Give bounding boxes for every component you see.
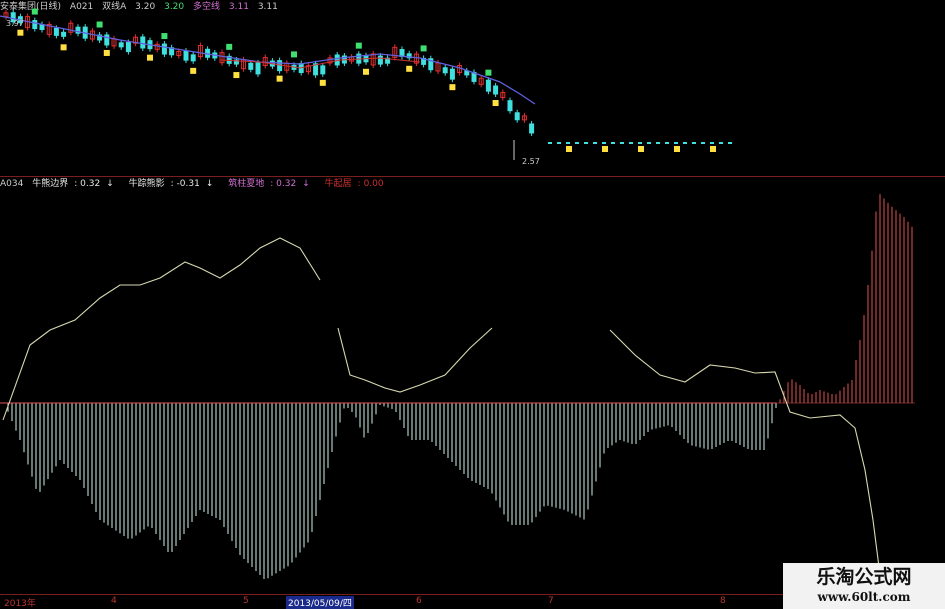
- candle: [377, 55, 383, 65]
- candle: [125, 42, 131, 53]
- signal-marker-yellow: [406, 65, 413, 72]
- candle: [61, 31, 67, 37]
- x-label-date: 2013/05/09/四: [286, 596, 354, 609]
- signal-marker-yellow: [60, 44, 67, 51]
- candle: [248, 62, 254, 70]
- signal-marker-yellow: [190, 67, 197, 74]
- signal-marker-green: [96, 21, 103, 28]
- oscillator-segment: [2, 237, 321, 421]
- signal-marker-green: [355, 42, 362, 49]
- candle: [442, 67, 448, 74]
- candle: [507, 100, 513, 112]
- candle: [449, 68, 455, 80]
- watermark-title: 乐淘公式网: [816, 566, 912, 588]
- signal-marker-green: [420, 45, 427, 52]
- signal-marker-green: [226, 43, 233, 50]
- candlestick-series: [3, 8, 732, 160]
- signal-marker-yellow: [602, 146, 608, 152]
- candle: [514, 112, 520, 121]
- signal-marker-yellow: [710, 146, 716, 152]
- x-label-6: 8: [720, 596, 726, 606]
- candle: [183, 50, 189, 61]
- low-price-label: 2.57: [522, 157, 540, 166]
- candle: [485, 79, 491, 92]
- signal-marker-green: [161, 33, 168, 40]
- signal-marker-yellow: [638, 146, 644, 152]
- signal-marker-yellow: [319, 79, 326, 86]
- signal-marker-yellow: [363, 68, 369, 75]
- candle: [320, 65, 326, 75]
- signal-marker-green: [31, 8, 38, 15]
- watermark-url: www.60lt.com: [817, 590, 911, 604]
- high-price-label: 3.97: [6, 19, 24, 28]
- watermark: 乐淘公式网 www.60lt.com: [783, 563, 945, 609]
- signal-marker-yellow: [103, 49, 110, 56]
- candle: [32, 20, 38, 30]
- candle: [161, 43, 167, 55]
- candle: [255, 62, 261, 75]
- signal-marker-green: [291, 51, 297, 58]
- candle: [140, 36, 146, 49]
- x-label-4: 6: [416, 596, 422, 606]
- signal-marker-yellow: [492, 100, 499, 107]
- x-label-5: 7: [548, 596, 554, 606]
- signal-marker-yellow: [566, 146, 572, 152]
- signal-marker-yellow: [276, 75, 283, 82]
- candle: [190, 54, 196, 62]
- chart-canvas[interactable]: 3.97 2.57: [0, 0, 945, 595]
- candle: [118, 42, 124, 48]
- signal-marker-yellow: [674, 146, 680, 152]
- candle: [529, 123, 535, 134]
- signal-marker-yellow: [449, 84, 456, 91]
- x-label-0: 2013年: [4, 599, 36, 609]
- signal-marker-yellow: [17, 29, 24, 36]
- oscillator-segment: [609, 329, 881, 576]
- signal-marker-yellow: [147, 54, 153, 61]
- candle: [493, 85, 499, 95]
- x-label-1: 4: [111, 596, 117, 606]
- candle: [53, 27, 59, 36]
- oscillator-segment: [337, 327, 493, 393]
- histogram-bars: [3, 194, 913, 579]
- signal-marker-yellow: [233, 72, 240, 79]
- x-label-2: 5: [243, 596, 249, 606]
- signal-marker-green: [485, 69, 492, 76]
